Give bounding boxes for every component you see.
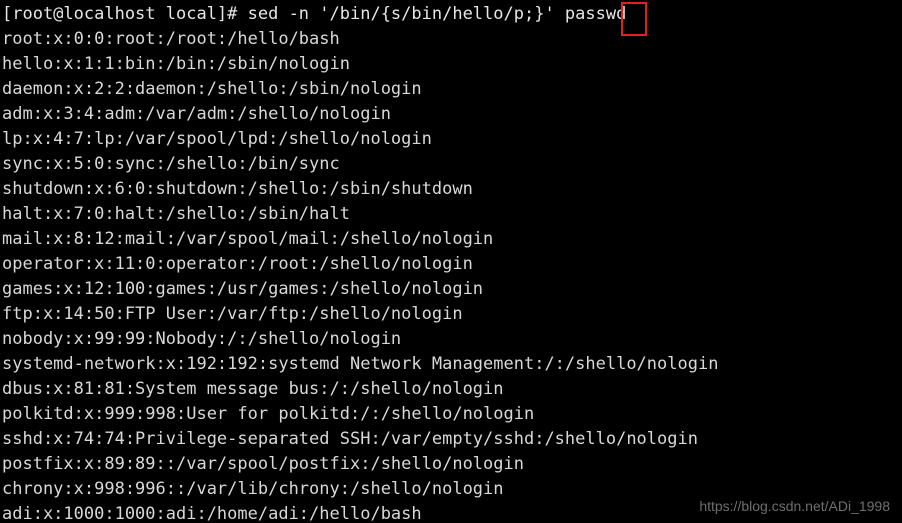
terminal-output-line: mail:x:8:12:mail:/var/spool/mail:/shello… bbox=[2, 229, 494, 249]
terminal-window[interactable]: [root@localhost local]# sed -n '/bin/{s/… bbox=[0, 0, 902, 523]
terminal-output-line: operator:x:11:0:operator:/root:/shello/n… bbox=[2, 254, 473, 274]
terminal-output-line: games:x:12:100:games:/usr/games:/shello/… bbox=[2, 279, 484, 299]
terminal-output-line: dbus:x:81:81:System message bus:/:/shell… bbox=[2, 379, 504, 399]
terminal-output-line: ftp:x:14:50:FTP User:/var/ftp:/shello/no… bbox=[2, 304, 463, 324]
terminal-output-line: sync:x:5:0:sync:/shello:/bin/sync bbox=[2, 154, 340, 174]
terminal-output-line: lp:x:4:7:lp:/var/spool/lpd:/shello/nolog… bbox=[2, 129, 432, 149]
terminal-screen[interactable]: [root@localhost local]# sed -n '/bin/{s/… bbox=[2, 2, 900, 523]
terminal-output-line: polkitd:x:999:998:User for polkitd:/:/sh… bbox=[2, 404, 535, 424]
terminal-command-line: [root@localhost local]# sed -n '/bin/{s/… bbox=[2, 4, 627, 24]
terminal-output-line: nobody:x:99:99:Nobody:/:/shello/nologin bbox=[2, 329, 402, 349]
terminal-output-line: postfix:x:89:89::/var/spool/postfix:/she… bbox=[2, 454, 524, 474]
terminal-output-line: adm:x:3:4:adm:/var/adm:/shello/nologin bbox=[2, 104, 391, 124]
terminal-output-line: root:x:0:0:root:/root:/hello/bash bbox=[2, 29, 340, 49]
terminal-output-line: hello:x:1:1:bin:/bin:/sbin/nologin bbox=[2, 54, 350, 74]
terminal-output-line: sshd:x:74:74:Privilege-separated SSH:/va… bbox=[2, 429, 698, 449]
terminal-output-line: systemd-network:x:192:192:systemd Networ… bbox=[2, 354, 719, 374]
watermark-text: https://blog.csdn.net/ADi_1998 bbox=[699, 498, 890, 514]
terminal-output-line: halt:x:7:0:halt:/shello:/sbin/halt bbox=[2, 204, 350, 224]
terminal-output-line: shutdown:x:6:0:shutdown:/shello:/sbin/sh… bbox=[2, 179, 473, 199]
terminal-output-line: daemon:x:2:2:daemon:/shello:/sbin/nologi… bbox=[2, 79, 422, 99]
